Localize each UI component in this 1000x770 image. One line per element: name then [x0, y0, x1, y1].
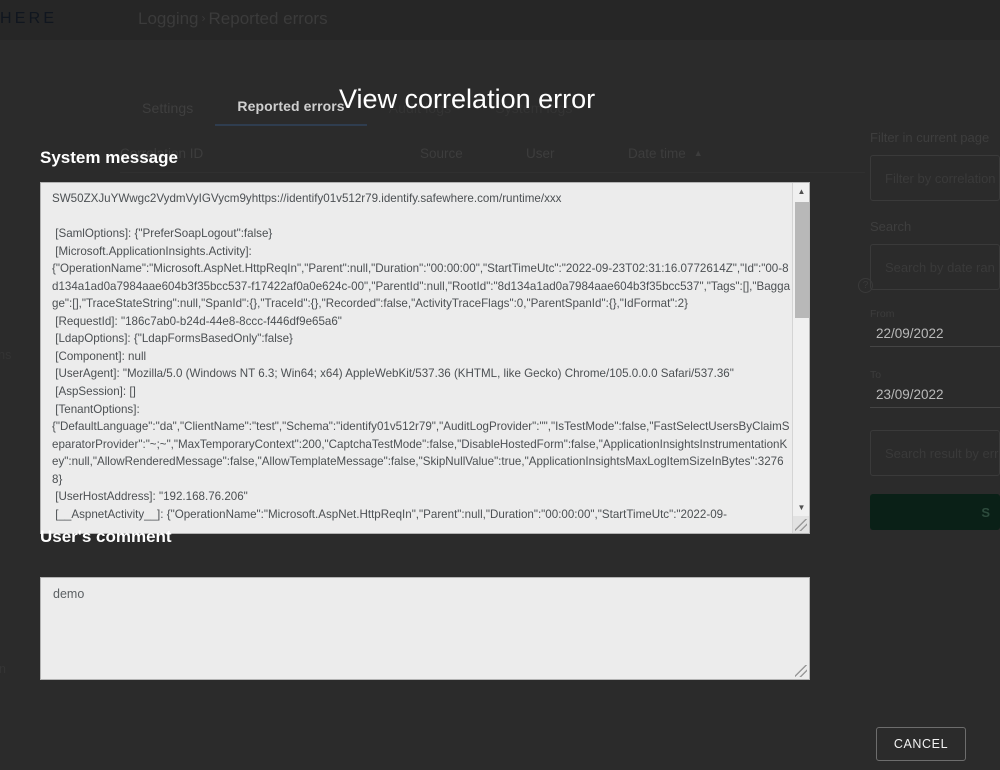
tab-bar: Settings Reported errors Audit logs Syst…	[120, 96, 595, 126]
to-date-label: To	[870, 369, 882, 381]
from-date-value[interactable]: 22/09/2022	[870, 320, 1000, 347]
from-date-field[interactable]: From 22/09/2022	[870, 308, 1000, 347]
search-error-input[interactable]: Search result by err	[870, 430, 1000, 476]
search-label: Search	[870, 219, 912, 234]
column-header-source[interactable]: Source	[420, 146, 526, 161]
filter-correlation-input[interactable]: Filter by correlation	[870, 155, 1000, 201]
search-button[interactable]: S	[870, 494, 1000, 530]
date-range-input[interactable]: Search by date ran	[870, 244, 1000, 290]
column-header-correlation-id[interactable]: Correlation ID	[120, 146, 420, 161]
breadcrumb-parent[interactable]: Logging	[138, 9, 199, 28]
sort-ascending-icon: ▲	[693, 148, 703, 158]
background-page: HERE Logging › Reported errors Settings Re…	[0, 0, 1000, 770]
column-header-user[interactable]: User	[526, 146, 628, 161]
tab-audit-logs[interactable]: Audit logs	[367, 98, 473, 126]
tab-reported-errors[interactable]: Reported errors	[215, 96, 367, 126]
from-date-label: From	[870, 308, 895, 320]
filter-panel: Filter in current page Filter by correla…	[870, 130, 1000, 530]
sidebar-item-3[interactable]: ations	[0, 348, 11, 362]
breadcrumb: Logging › Reported errors	[138, 9, 328, 29]
column-header-date-time-label: Date time	[628, 146, 686, 161]
breadcrumb-separator-icon: ›	[201, 11, 206, 25]
tab-settings[interactable]: Settings	[120, 98, 215, 126]
to-date-value[interactable]: 23/09/2022	[870, 381, 1000, 408]
screen-root: HERE Logging › Reported errors Settings Re…	[0, 0, 1000, 770]
cancel-button[interactable]: CANCEL	[876, 727, 966, 761]
to-date-field[interactable]: To 23/09/2022	[870, 369, 1000, 408]
breadcrumb-current: Reported errors	[208, 9, 328, 28]
table-header-row: Correlation ID Source User Date time ▲	[120, 146, 860, 161]
sidebar-item-4[interactable]: on	[0, 662, 6, 676]
app-logo: HERE	[0, 10, 58, 27]
filter-in-current-page-label: Filter in current page	[870, 130, 990, 145]
help-icon[interactable]: ?	[858, 278, 873, 293]
table-header-divider	[120, 172, 865, 173]
tab-system-logs[interactable]: System logs	[473, 98, 594, 126]
column-header-date-time[interactable]: Date time ▲	[628, 146, 748, 161]
